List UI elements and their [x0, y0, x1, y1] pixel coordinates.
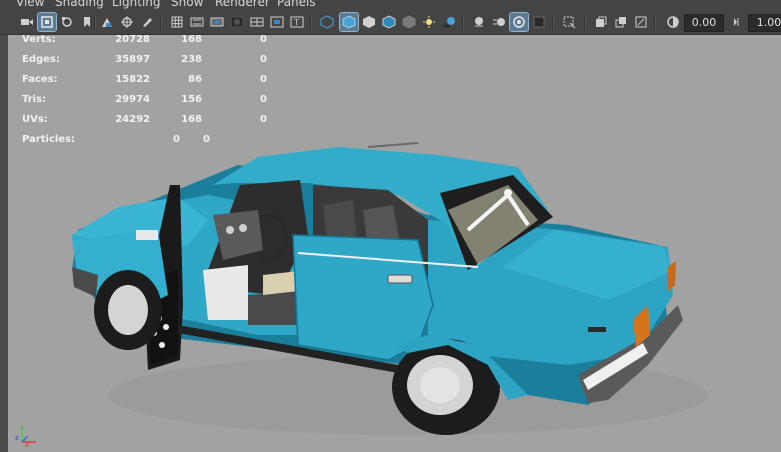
gate-mask-icon[interactable]: [228, 13, 246, 31]
menu-shading[interactable]: Shading: [55, 0, 104, 9]
camera-icon[interactable]: [18, 13, 36, 31]
field-chart-icon[interactable]: [248, 13, 266, 31]
xray-joints-icon[interactable]: [592, 13, 610, 31]
menu-show[interactable]: Show: [171, 0, 203, 9]
isolate-select-icon[interactable]: [560, 13, 578, 31]
view-axis-icon: z x: [15, 426, 36, 448]
camera-lock-icon[interactable]: [58, 13, 76, 31]
xray-active-icon[interactable]: [612, 13, 630, 31]
grid-icon[interactable]: [168, 13, 186, 31]
wireframe-on-shaded-icon[interactable]: [380, 13, 398, 31]
motion-blur-icon[interactable]: [490, 13, 508, 31]
safe-action-icon[interactable]: [268, 13, 286, 31]
wireframe-icon[interactable]: [318, 13, 336, 31]
backface-culling-icon[interactable]: [632, 13, 650, 31]
menu-bar: View Shading Lighting Show Renderer Pane…: [0, 0, 781, 10]
film-gate-icon[interactable]: [188, 13, 206, 31]
axis-z-label: z: [15, 434, 19, 442]
menu-view[interactable]: View: [16, 0, 44, 9]
two-d-pan-icon[interactable]: [118, 13, 136, 31]
camera-attributes-icon[interactable]: [37, 12, 57, 32]
axis-x-label: x: [25, 441, 29, 448]
anti-aliasing-icon[interactable]: [509, 12, 529, 32]
gamma-field[interactable]: 1.00: [748, 14, 781, 32]
menu-renderer[interactable]: Renderer: [215, 0, 270, 9]
depth-of-field-icon[interactable]: [530, 13, 548, 31]
default-material-icon[interactable]: [360, 13, 378, 31]
use-all-lights-icon[interactable]: [420, 13, 438, 31]
gamma-icon[interactable]: [728, 13, 746, 31]
image-plane-icon[interactable]: [98, 13, 116, 31]
viewport-3d[interactable]: Verts: 20728 168 0 Edges: 35897 238 0 Fa…: [8, 35, 781, 452]
safe-title-icon[interactable]: T: [288, 13, 306, 31]
menu-panels[interactable]: Panels: [277, 0, 316, 9]
exposure-icon[interactable]: [664, 13, 682, 31]
grease-pencil-icon[interactable]: [138, 13, 156, 31]
xray-icon[interactable]: [400, 13, 418, 31]
shadows-icon[interactable]: [440, 13, 458, 31]
panel-left-edge: [0, 35, 8, 452]
svg-text:T: T: [293, 18, 299, 27]
smooth-shade-icon[interactable]: [339, 12, 359, 32]
resolution-gate-icon[interactable]: [208, 13, 226, 31]
panel-toolbar: T 0.00 1.00: [0, 10, 781, 35]
screen-space-ao-icon[interactable]: [470, 13, 488, 31]
menu-lighting[interactable]: Lighting: [112, 0, 161, 9]
exposure-field[interactable]: 0.00: [684, 14, 724, 32]
